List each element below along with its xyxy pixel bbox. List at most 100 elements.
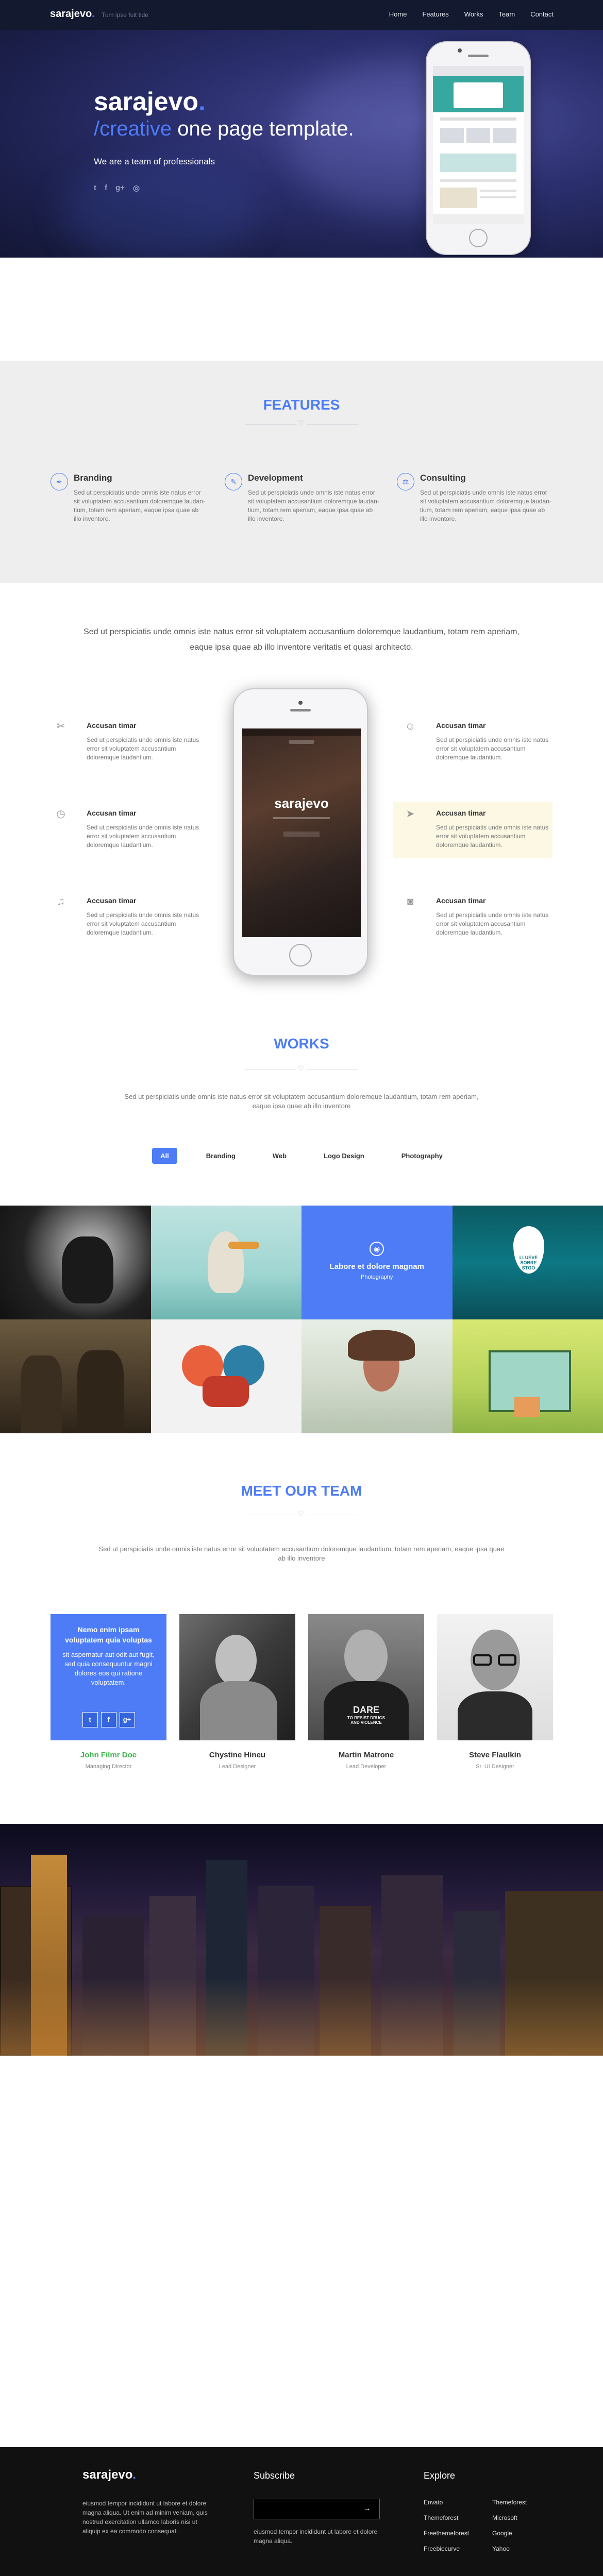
shirt-text-line: AND VIOLENCE	[350, 1720, 382, 1725]
dribbble-icon[interactable]: ◎	[133, 183, 140, 193]
section-divider: ♡	[245, 1064, 358, 1073]
work-image-shape	[202, 1376, 249, 1407]
work-item-illustration[interactable]	[150, 1319, 301, 1433]
work-item-pelican[interactable]	[150, 1206, 301, 1319]
phone-home-button	[469, 229, 488, 247]
filter-all[interactable]: All	[152, 1148, 177, 1164]
nav-link-home[interactable]: Home	[389, 10, 407, 18]
screen-menu-button	[289, 740, 314, 744]
work-item-featured[interactable]: ◉ Labore et dolore magnam Photography	[301, 1206, 453, 1319]
app-feature-item: ✂ Accusan timar Sed ut perspiciatis unde…	[51, 716, 205, 773]
team-member-overlay: Nemo enim ipsam voluptatem quia voluptas…	[51, 1614, 166, 1740]
work-image-shape	[207, 1231, 244, 1293]
phone-speaker	[290, 709, 311, 711]
footer-link[interactable]: Themeforest	[424, 2514, 469, 2521]
app-feature-title: Accusan timar	[87, 896, 137, 905]
filter-photography[interactable]: Photography	[393, 1148, 451, 1164]
work-item-soldiers[interactable]	[0, 1319, 151, 1433]
work-item-portrait[interactable]	[301, 1319, 453, 1433]
work-item-game-art[interactable]	[452, 1319, 603, 1433]
subscribe-submit-button[interactable]: →	[363, 2504, 371, 2512]
work-image-shape	[348, 1330, 415, 1361]
facebook-icon[interactable]: f	[100, 1712, 116, 1727]
photo-shape	[215, 1635, 257, 1686]
screen-mini-header	[433, 66, 524, 76]
drop-text-line: LLUEVE	[519, 1255, 538, 1260]
diagram-icon: ⚖	[397, 473, 414, 490]
facebook-icon[interactable]: f	[105, 183, 107, 193]
works-gallery: ◉ Labore et dolore magnam Photography LL…	[0, 1206, 603, 1433]
phone-screen: sarajevo	[242, 728, 361, 937]
screen-mini-card	[493, 128, 516, 143]
footer-link[interactable]: Themeforest	[492, 2499, 527, 2506]
phone-home-button	[289, 944, 312, 967]
explore-links-col2: Themeforest Microsoft Google Yahoo	[492, 2499, 527, 2561]
app-feature-item-highlighted: ➤ Accusan timar Sed ut perspiciatis unde…	[393, 802, 552, 858]
features-title: FEATURES	[263, 397, 340, 413]
works-filter-bar: All Branding Web Logo Design Photography	[0, 1148, 603, 1164]
overlay-title: Nemo enim ipsam voluptatem quia voluptas	[65, 1625, 152, 1644]
nav-brand-logo[interactable]: sarajevo.	[50, 8, 95, 20]
screen-tagline-bar	[273, 817, 330, 819]
team-desc: Sed ut perspiciatis unde omnis iste natu…	[98, 1545, 505, 1562]
explore-links-col1: Envato Themeforest Freethemeforest Freeb…	[424, 2499, 469, 2561]
work-item-gorilla[interactable]	[0, 1206, 151, 1319]
google-plus-icon[interactable]: g+	[115, 183, 125, 193]
feature-title: Branding	[74, 473, 112, 483]
footer-link[interactable]: Envato	[424, 2499, 469, 2506]
work-image-shape	[514, 1397, 540, 1417]
eye-icon[interactable]: ◉	[370, 1242, 384, 1256]
filter-logo-design[interactable]: Logo Design	[315, 1148, 373, 1164]
clock-icon: ◷	[56, 808, 65, 820]
filter-web[interactable]: Web	[264, 1148, 295, 1164]
member-role: Lead Designer	[219, 1764, 256, 1770]
section-divider: ♡	[245, 1510, 358, 1518]
screen-mini-row	[480, 196, 516, 198]
nav-link-works[interactable]: Works	[464, 10, 483, 18]
pencil-icon: ✎	[225, 473, 242, 490]
phone-camera	[298, 701, 303, 705]
work-image-shape	[21, 1355, 62, 1433]
member-role: Managing Director	[85, 1764, 132, 1770]
footer-link[interactable]: Google	[492, 2530, 527, 2537]
feature-desc: Sed ut perspiciatis unde omnis iste natu…	[420, 489, 551, 522]
nav-link-features[interactable]: Features	[422, 10, 448, 18]
app-feature-title: Accusan timar	[436, 721, 486, 730]
app-feature-desc: Sed ut perspiciatis unde omnis iste natu…	[87, 736, 199, 761]
footer-link[interactable]: Freebiecurve	[424, 2545, 469, 2552]
work-item-drop[interactable]: LLUEVE SOBRE STGO	[452, 1206, 603, 1319]
heart-icon: ♡	[298, 1510, 304, 1517]
member-name: Steve Flaulkin	[469, 1751, 521, 1759]
subscribe-heading: Subscribe	[254, 2470, 295, 2481]
nav-link-contact[interactable]: Contact	[530, 10, 554, 18]
screen-mini-row	[440, 117, 516, 121]
footer-link[interactable]: Yahoo	[492, 2545, 527, 2552]
feature-title: Consulting	[420, 473, 466, 483]
google-plus-icon[interactable]: g+	[119, 1712, 135, 1727]
twitter-icon[interactable]: t	[82, 1712, 98, 1727]
app-feature-title: Accusan timar	[87, 809, 137, 817]
hero-section: sarajevo. /creative one page template. W…	[0, 30, 603, 258]
twitter-icon[interactable]: t	[94, 183, 96, 193]
member-name: Chystine Hineu	[209, 1751, 266, 1759]
filter-branding[interactable]: Branding	[198, 1148, 244, 1164]
footer-brand-logo[interactable]: sarajevo.	[82, 2468, 136, 2482]
city-lights-glow	[0, 1978, 603, 2056]
nav-link-team[interactable]: Team	[498, 10, 515, 18]
section-divider: ♡	[245, 419, 358, 427]
footer-link[interactable]: Microsoft	[492, 2514, 527, 2521]
work-caption: Labore et dolore magnam Photography	[301, 1262, 453, 1280]
work-image-shape	[228, 1242, 259, 1249]
member-photo: DARE TO RESIST DRUGS AND VIOLENCE	[308, 1614, 424, 1740]
app-feature-desc: Sed ut perspiciatis unde omnis iste natu…	[87, 911, 199, 936]
app-feature-item: ◙ Accusan timar Sed ut perspiciatis unde…	[400, 891, 555, 948]
subscribe-email-input[interactable]	[254, 2499, 380, 2519]
member-role: Sr. UI Designer	[476, 1764, 514, 1770]
work-caption-title: Labore et dolore magnam	[329, 1262, 424, 1271]
footer-link[interactable]: Freethemeforest	[424, 2530, 469, 2537]
app-feature-item: ◷ Accusan timar Sed ut perspiciatis unde…	[51, 804, 205, 860]
shirt-print: DARE TO RESIST DRUGS AND VIOLENCE	[324, 1705, 409, 1725]
team-title: MEET OUR TEAM	[241, 1483, 362, 1499]
intro-text: Sed ut perspiciatis unde omnis iste natu…	[83, 628, 520, 652]
hero-title: sarajevo.	[94, 87, 206, 116]
